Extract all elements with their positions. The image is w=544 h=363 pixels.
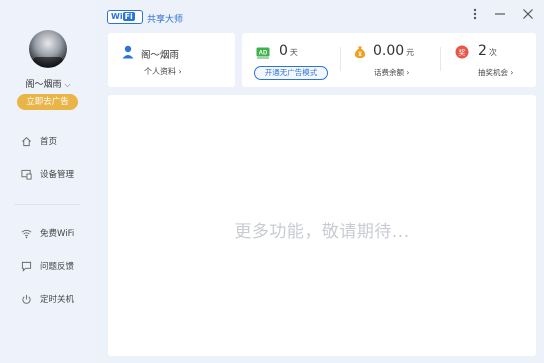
sidebar-username-text: 阁～烟雨 [25,80,62,90]
sidebar-item-home[interactable]: 首页 [20,133,57,149]
ad-free-days-value: 0 [279,43,288,59]
ad-free-icon: AD [256,44,270,59]
profile-link[interactable]: 个人资料 › [144,66,182,77]
sidebar-item-label: 定时关机 [40,295,75,305]
ad-free-days-unit: 天 [289,48,298,57]
feedback-icon [20,260,32,272]
sidebar-item-free-wifi[interactable]: 免费WiFi [20,225,74,241]
lottery-count-unit: 次 [488,48,497,57]
balance-amount-unit: 元 [406,48,415,57]
sidebar-item-label: 问题反馈 [40,262,75,272]
ad-free-days: 0天 [279,43,298,59]
sidebar-item-label: 免费WiFi [40,229,75,239]
avatar[interactable] [29,30,67,68]
lottery-count: 2次 [478,43,497,59]
stats-card: AD 0天 开通无广告模式 ¥ 0.00 元 话费余额 › 奖 2次 抽奖机会 › [242,33,536,87]
minimize-icon[interactable] [492,8,508,24]
svg-text:AD: AD [259,51,268,57]
sidebar-item-devices[interactable]: 设备管理 [20,166,74,182]
home-icon [20,135,32,147]
enable-ad-free-button[interactable]: 开通无广告模式 [254,66,328,80]
app-logo: Wi Fi [107,10,143,24]
device-icon [20,168,32,180]
stats-divider [440,47,441,71]
coming-soon-text: 更多功能，敬请期待... [234,222,410,242]
balance-amount-value: 0.00 [373,43,405,59]
logo-text-fi: Fi [122,12,135,21]
sidebar-username[interactable]: 阁～烟雨 ⌵ [0,77,96,90]
app-title: 共享大师 [147,15,184,25]
lottery-count-value: 2 [478,43,487,59]
close-icon[interactable] [520,8,536,24]
stats-divider [340,47,341,71]
balance-link[interactable]: 话费余额 › [374,67,409,78]
money-bag-icon: ¥ [353,44,367,58]
sidebar-item-label: 首页 [40,137,58,147]
user-icon [122,44,134,59]
user-card: 阁～烟雨 个人资料 › [108,33,235,87]
logo-text: Wi [111,12,123,21]
user-name: 阁～烟雨 [141,50,180,61]
lottery-icon: 奖 [455,44,469,59]
power-icon [20,293,32,305]
sidebar-item-label: 设备管理 [40,170,75,180]
sidebar-divider [14,204,80,205]
more-vertical-icon[interactable] [467,8,483,24]
avatar-badge [33,57,63,67]
remove-ads-button[interactable]: 立即去广告 [17,94,78,110]
balance-amount: 0.00 元 [373,43,414,59]
sidebar-item-shutdown[interactable]: 定时关机 [20,291,74,307]
svg-text:奖: 奖 [459,48,466,57]
content-panel: 更多功能，敬请期待... [108,95,536,356]
lottery-link[interactable]: 抽奖机会 › [478,67,513,78]
wifi-icon [20,227,32,239]
chevron-down-icon[interactable]: ⌵ [64,80,70,89]
sidebar-item-feedback[interactable]: 问题反馈 [20,258,74,274]
